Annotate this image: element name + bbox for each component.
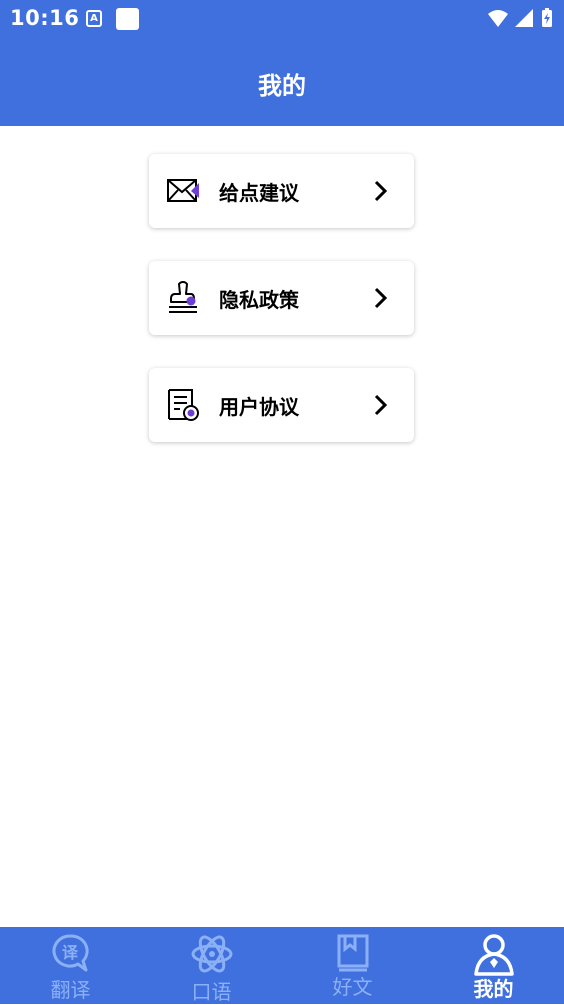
tab-label: 翻译 xyxy=(50,978,91,1002)
tab-speaking[interactable]: 口语 xyxy=(141,927,282,1004)
chevron-right-icon xyxy=(374,394,388,416)
envelope-icon xyxy=(167,179,199,202)
status-icons xyxy=(488,8,552,27)
tab-label: 口语 xyxy=(191,980,232,1004)
document-seal-icon xyxy=(168,389,199,421)
menu-item-privacy-policy[interactable]: 隐私政策 xyxy=(149,261,414,335)
keyboard-a-icon: A xyxy=(86,10,102,27)
menu-item-label: 隐私政策 xyxy=(219,288,299,312)
chevron-right-icon xyxy=(374,180,388,202)
menu-item-feedback[interactable]: 给点建议 xyxy=(149,154,414,228)
battery-icon xyxy=(542,8,552,27)
chevron-right-icon xyxy=(374,287,388,309)
tab-translate[interactable]: 译 翻译 xyxy=(0,927,141,1004)
book-icon xyxy=(337,934,368,972)
stamp-icon xyxy=(169,281,197,313)
tab-label: 我的 xyxy=(473,977,514,1001)
signal-icon xyxy=(515,9,533,27)
tab-mine[interactable]: 我的 xyxy=(423,927,564,1004)
menu-item-user-agreement[interactable]: 用户协议 xyxy=(149,368,414,442)
atom-icon xyxy=(191,935,232,973)
wifi-icon xyxy=(488,10,508,27)
translate-bubble-icon: 译 xyxy=(52,934,89,972)
tab-label: 好文 xyxy=(332,975,373,999)
user-icon xyxy=(473,934,514,976)
notification-square-icon xyxy=(116,8,139,30)
page-title: 我的 xyxy=(258,72,306,100)
header: 我的 xyxy=(0,38,564,126)
status-time: 10:16 xyxy=(10,6,80,30)
menu-item-label: 用户协议 xyxy=(219,395,299,419)
status-bar: 10:16 A xyxy=(0,0,564,38)
menu-item-label: 给点建议 xyxy=(219,181,299,205)
bottom-tab-bar: 译 翻译 口语 好文 我的 xyxy=(0,927,564,1004)
tab-articles[interactable]: 好文 xyxy=(282,927,423,1004)
translate-glyph: 译 xyxy=(61,943,78,962)
